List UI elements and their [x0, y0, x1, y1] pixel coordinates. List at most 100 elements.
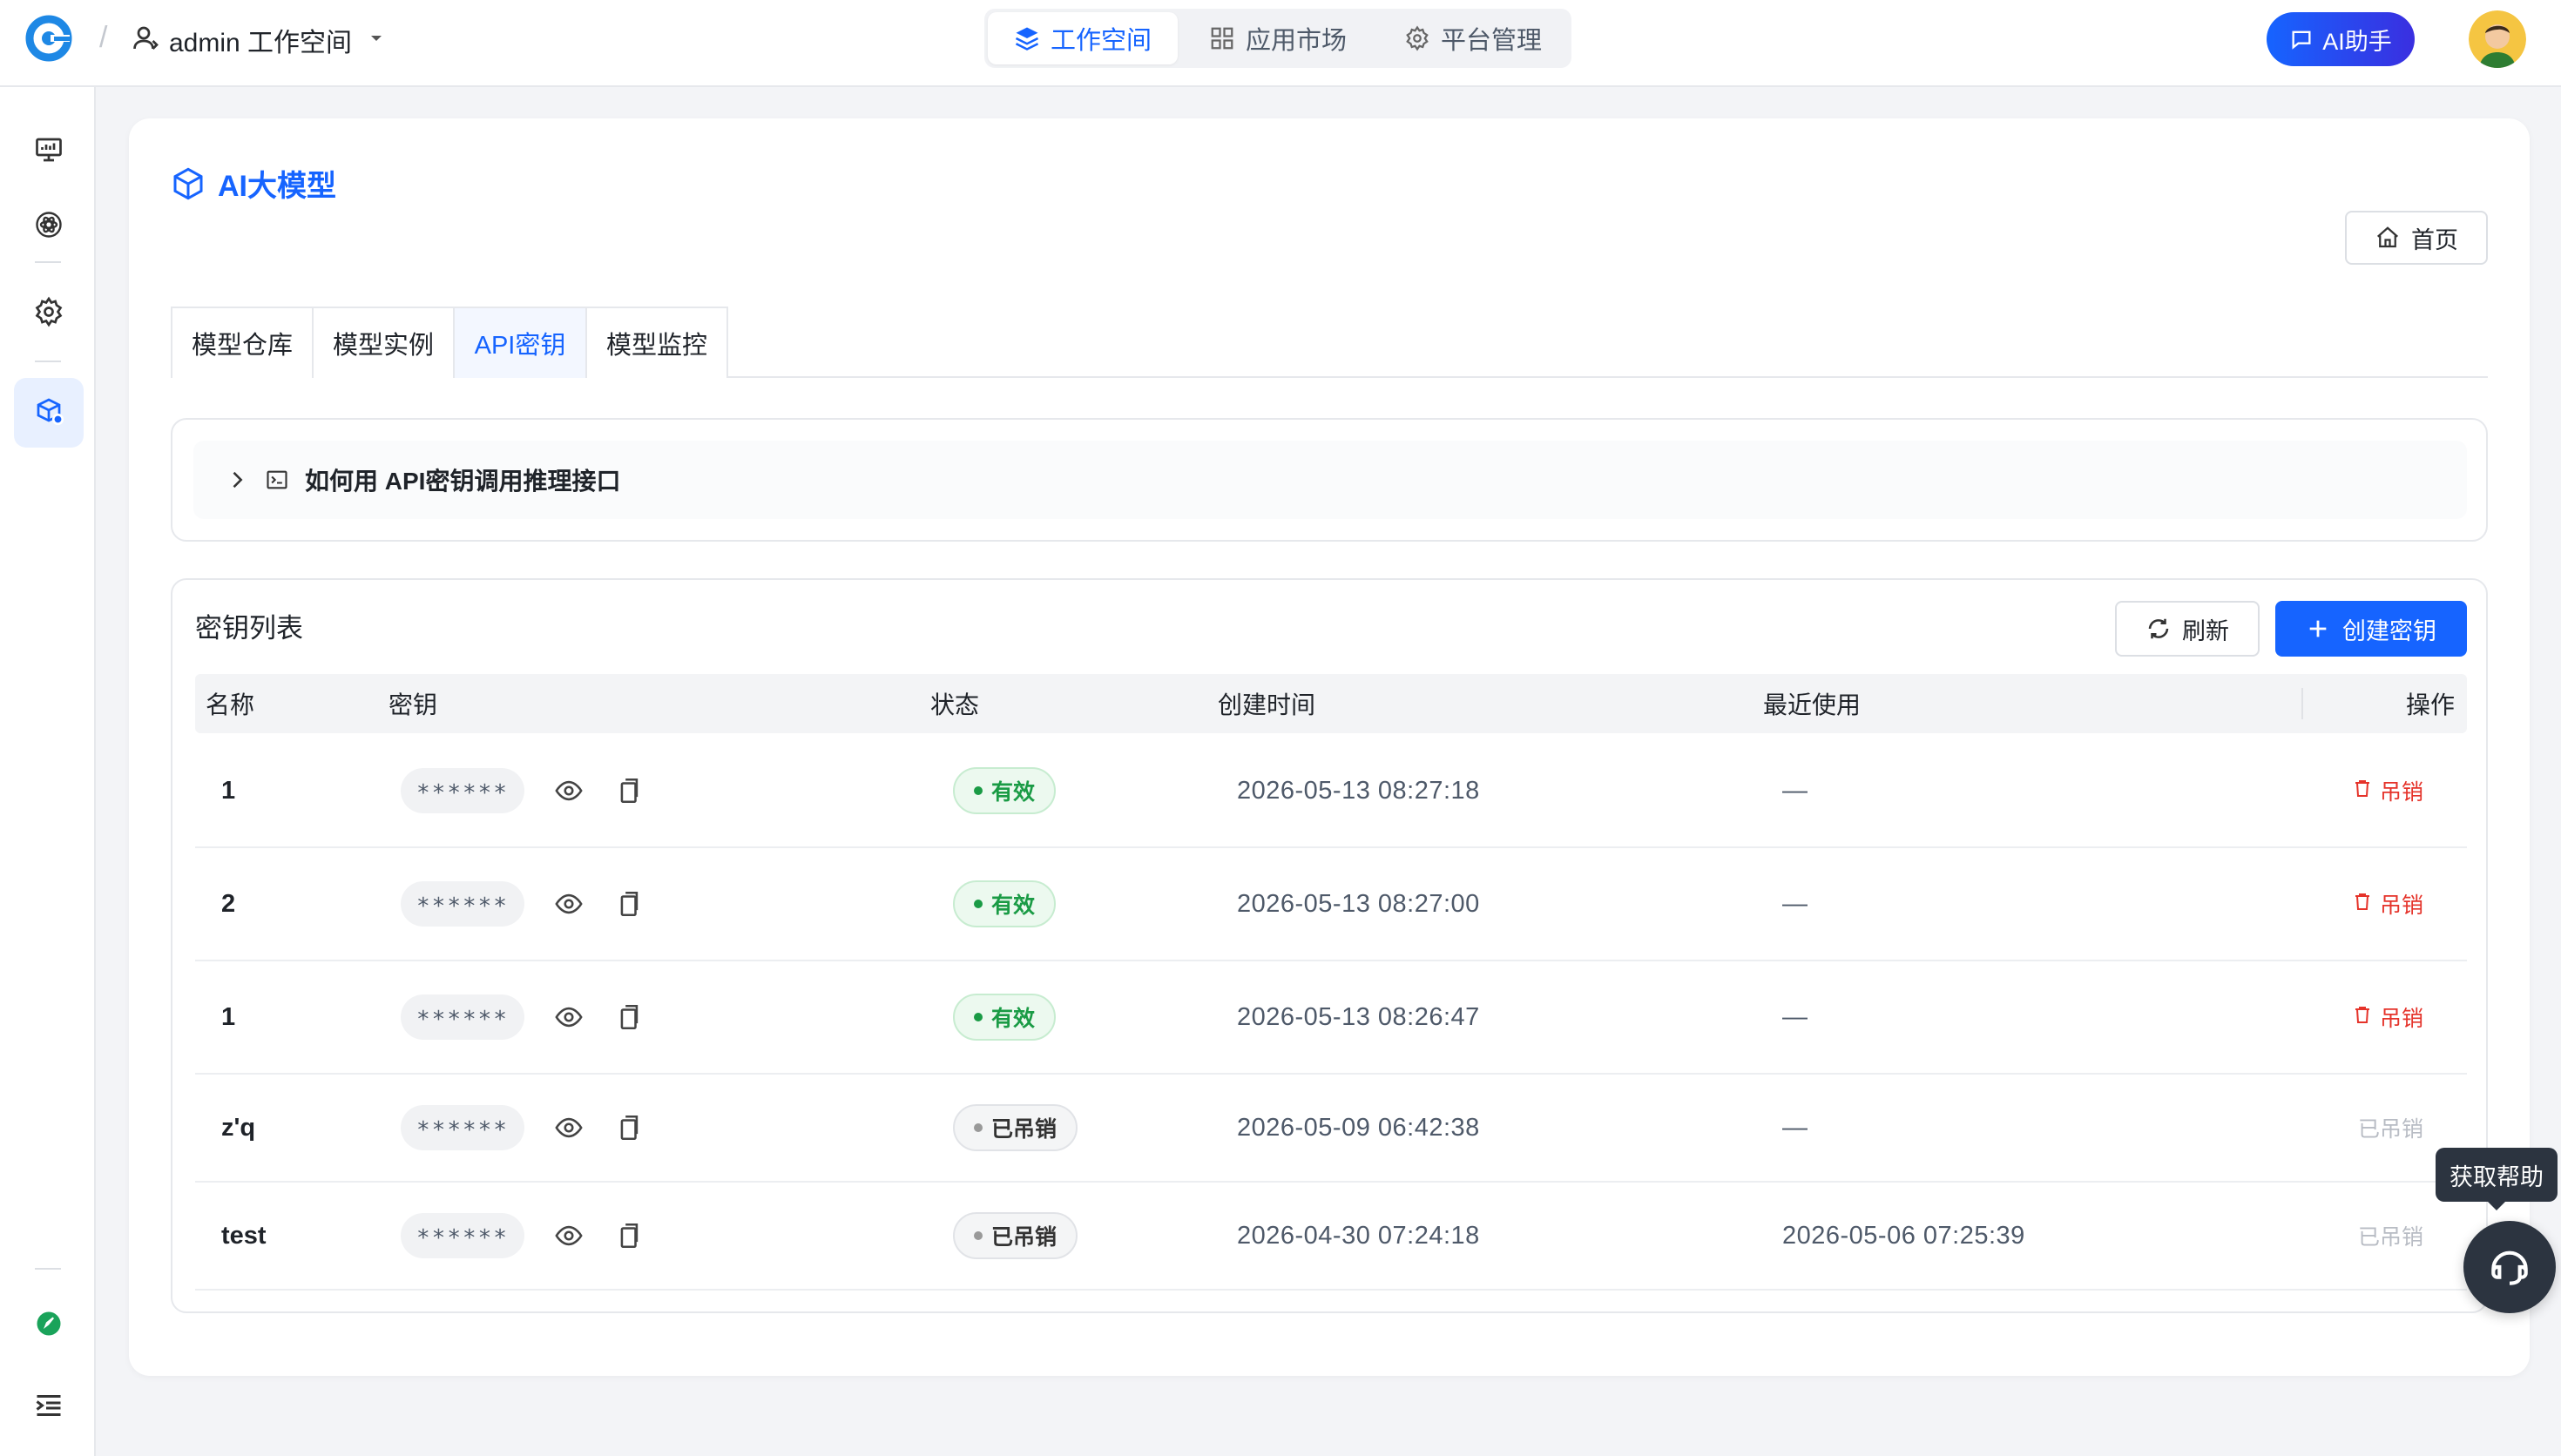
tab-api-keys[interactable]: API密钥: [453, 307, 587, 378]
workspace-name[interactable]: admin 工作空间: [169, 21, 352, 59]
revoked-label: 已吊销: [2357, 1117, 2423, 1142]
key-name: 2: [221, 889, 236, 918]
breadcrumb-separator: /: [99, 21, 108, 54]
gear-icon: [1406, 25, 1429, 51]
atom-icon[interactable]: [14, 190, 84, 260]
user-icon: [131, 23, 162, 54]
last-used-time: —: [1782, 1113, 1808, 1142]
sidebar: [0, 87, 96, 1456]
column-header-last-used: 最近使用: [1763, 691, 1862, 718]
plus-icon: [2309, 620, 2327, 637]
terminal-icon: [267, 470, 287, 489]
page-title-text: AI大模型: [218, 170, 336, 203]
key-name: z'q: [221, 1113, 256, 1142]
last-used-time: 2026-05-06 07:25:39: [1782, 1221, 2025, 1250]
nav-app-market[interactable]: 应用市场: [1183, 12, 1373, 64]
column-divider: [2301, 688, 2303, 719]
eye-icon[interactable]: [554, 1183, 584, 1289]
status-badge: 已吊销: [953, 1075, 1078, 1181]
chevron-right-icon: [233, 471, 243, 489]
status-badge: 有效: [953, 735, 1057, 846]
copy-icon[interactable]: [613, 735, 643, 846]
eye-icon[interactable]: [554, 735, 584, 846]
layers-icon: [1015, 27, 1039, 51]
api-guide-toggle[interactable]: 如何用 API密钥调用推理接口: [193, 441, 2467, 519]
copy-icon[interactable]: [613, 1075, 643, 1181]
revoke-label: 吊销: [2379, 1007, 2423, 1031]
ai-assistant-button[interactable]: AI助手: [2267, 12, 2415, 66]
key-mask-text: ******: [401, 994, 524, 1040]
revoke-button[interactable]: 吊销: [2352, 961, 2423, 1073]
created-time: 2026-05-09 06:42:38: [1237, 1113, 1480, 1142]
table-header: 名称 密钥 状态 创建时间 最近使用 操作: [195, 674, 2467, 733]
created-time: 2026-05-13 08:27:00: [1237, 889, 1480, 918]
monitor-icon[interactable]: [14, 115, 84, 185]
help-button[interactable]: [2463, 1221, 2556, 1313]
key-name: test: [221, 1221, 267, 1250]
nav-app-market-label: 应用市场: [1246, 27, 1348, 55]
table-row: 2 ****** 有效 2026-05-13 08:27:00 — 吊销: [195, 848, 2467, 961]
revoke-button[interactable]: 吊销: [2352, 848, 2423, 960]
key-list-panel: 密钥列表 刷新 创建密钥 名称 密钥 状态 创建时间 最近使用 操作 1 ****…: [171, 578, 2488, 1313]
copy-icon[interactable]: [613, 1183, 643, 1289]
rocket-icon[interactable]: [14, 1289, 84, 1358]
home-button[interactable]: 首页: [2345, 211, 2488, 265]
cube-icon: [173, 167, 203, 199]
ai-model-icon[interactable]: [14, 378, 84, 448]
grid-icon: [1211, 27, 1233, 50]
key-mask-text: ******: [401, 1105, 524, 1150]
column-header-key: 密钥: [389, 691, 438, 718]
settings-icon[interactable]: [14, 277, 84, 347]
key-masked-value: ******: [401, 961, 524, 1073]
last-used-time: —: [1782, 776, 1808, 805]
last-used-time: —: [1782, 1002, 1808, 1031]
nav-workspace[interactable]: 工作空间: [988, 12, 1179, 64]
tab-model-monitor[interactable]: 模型监控: [585, 307, 728, 378]
nav-platform-admin-label: 平台管理: [1441, 27, 1543, 55]
revoke-button[interactable]: 吊销: [2352, 735, 2423, 846]
avatar[interactable]: [2469, 10, 2526, 68]
status-label: 有效: [991, 893, 1036, 918]
status-label: 已吊销: [991, 1225, 1058, 1250]
ai-assistant-label: AI助手: [2322, 28, 2392, 55]
top-navigation: 工作空间 应用市场 平台管理: [984, 9, 1572, 68]
copy-icon[interactable]: [613, 961, 643, 1073]
column-header-created: 创建时间: [1218, 691, 1316, 718]
help-tooltip: 获取帮助: [2436, 1148, 2558, 1210]
refresh-button-label: 刷新: [2182, 617, 2229, 644]
key-mask-text: ******: [401, 768, 524, 813]
revoke-label: 吊销: [2379, 893, 2423, 918]
api-guide-title: 如何用 API密钥调用推理接口: [305, 468, 621, 495]
key-masked-value: ******: [401, 848, 524, 960]
create-key-button[interactable]: 创建密钥: [2275, 601, 2467, 657]
nav-platform-admin[interactable]: 平台管理: [1378, 12, 1568, 64]
eye-icon[interactable]: [554, 848, 584, 960]
key-masked-value: ******: [401, 735, 524, 846]
key-name: 1: [221, 776, 236, 805]
status-dot: [974, 1013, 983, 1021]
create-key-button-label: 创建密钥: [2342, 617, 2436, 644]
revoke-label: 吊销: [2379, 780, 2423, 805]
status-dot: [974, 1123, 983, 1132]
key-mask-text: ******: [401, 1213, 524, 1258]
eye-icon[interactable]: [554, 961, 584, 1073]
table-row: 1 ****** 有效 2026-05-13 08:26:47 — 吊销: [195, 961, 2467, 1075]
table-row: z'q ****** 已吊销 2026-05-09 06:42:38 — 已吊销: [195, 1075, 2467, 1183]
copy-icon[interactable]: [613, 848, 643, 960]
trash-icon: [2352, 778, 2373, 805]
refresh-button[interactable]: 刷新: [2115, 601, 2260, 657]
tab-model-instance[interactable]: 模型实例: [312, 307, 455, 378]
key-mask-text: ******: [401, 881, 524, 927]
tab-model-repo[interactable]: 模型仓库: [171, 307, 314, 378]
chevron-down-icon[interactable]: [366, 28, 387, 49]
table-row: test ****** 已吊销 2026-04-30 07:24:18 2026-05-…: [195, 1183, 2467, 1291]
menu-collapse-icon[interactable]: [14, 1371, 84, 1440]
nav-workspace-label: 工作空间: [1051, 27, 1152, 55]
status-label: 有效: [991, 780, 1036, 805]
trash-icon: [2352, 891, 2373, 918]
app-logo[interactable]: [24, 14, 73, 63]
page-title: AI大模型: [171, 162, 336, 205]
last-used-time: —: [1782, 889, 1808, 918]
status-label: 有效: [991, 1007, 1036, 1031]
eye-icon[interactable]: [554, 1075, 584, 1181]
